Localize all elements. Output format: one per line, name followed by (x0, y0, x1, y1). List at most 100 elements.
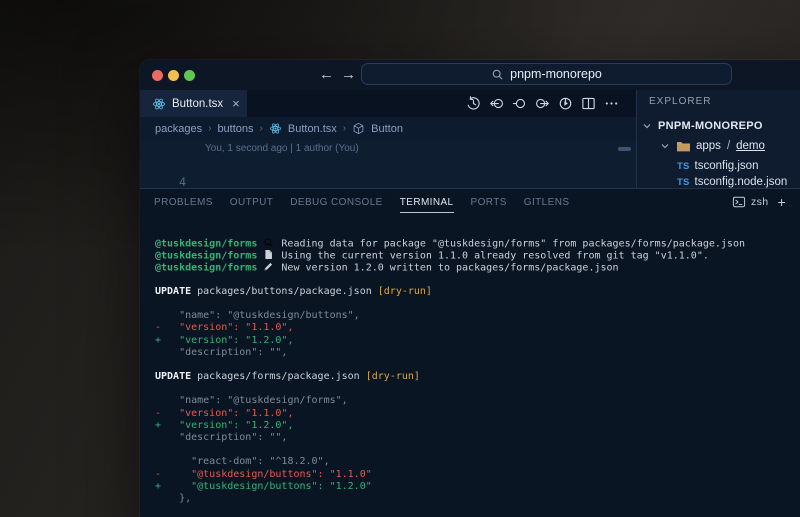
terminal-line: - "@tuskdesign/buttons": "1.1.0" (155, 469, 800, 481)
breadcrumb-item-buttons[interactable]: buttons (217, 123, 253, 135)
code-editor[interactable]: You, 1 second ago | 1 author (You) 4 imp… (140, 140, 636, 188)
terminal-text: [dry-run] (366, 371, 420, 382)
terminal-line (155, 274, 800, 286)
terminal-text: "react-dom": "^18.2.0", (155, 456, 330, 467)
terminal-line: + "@tuskdesign/buttons": "1.2.0" (155, 481, 800, 493)
terminal-text: @tuskdesign/forms (155, 263, 257, 274)
explorer-root-folder[interactable]: PNPM-MONOREPO (641, 118, 763, 134)
react-icon (269, 122, 282, 135)
explorer-root-label: PNPM-MONOREPO (658, 120, 763, 132)
close-window-button[interactable] (152, 70, 163, 81)
terminal-line: "name": "@tuskdesign/buttons", (155, 310, 800, 322)
terminal-text: [dry-run] (378, 286, 432, 297)
terminal-line: "description": "", (155, 347, 800, 359)
terminal-line: "name": "@tuskdesign/forms", (155, 395, 800, 407)
panel-tab-terminal[interactable]: TERMINAL (400, 197, 454, 213)
maximize-window-button[interactable] (184, 70, 195, 81)
navigate-back-button[interactable]: ← (319, 60, 334, 90)
chevron-down-icon (659, 140, 671, 152)
terminal-text: Reading data for package "@tuskdesign/fo… (275, 239, 745, 250)
terminal-line: + "version": "1.2.0", (155, 335, 800, 347)
code-line-next: 5 (140, 174, 636, 188)
desktop-background: ← → pnpm-monorepo Button.tsx × (0, 0, 800, 517)
terminal-line: UPDATE packages/forms/package.json [dry-… (155, 371, 800, 383)
panel-tab-bar: PROBLEMS OUTPUT DEBUG CONSOLE TERMINAL P… (140, 189, 800, 215)
terminal-text: packages/forms/package.json (191, 371, 366, 382)
terminal-line (155, 444, 800, 456)
breadcrumb-item-symbol[interactable]: Button (371, 123, 403, 135)
file-label: tsconfig.json (695, 160, 759, 172)
terminal-content[interactable]: @tuskdesign/forms Reading data for packa… (155, 237, 800, 517)
open-changes-icon[interactable] (512, 96, 527, 111)
terminal-line: @tuskdesign/forms Using the current vers… (155, 249, 800, 261)
previous-change-icon[interactable] (489, 96, 504, 111)
terminal-line (155, 359, 800, 371)
folder-icon (676, 140, 691, 153)
breadcrumb: packages › buttons › Button.tsx › Button (140, 117, 636, 140)
breadcrumb-separator: › (260, 123, 263, 134)
terminal-text: + "version": "1.2.0", (155, 420, 293, 431)
editor-actions (466, 90, 619, 117)
terminal-line: @tuskdesign/forms Reading data for packa… (155, 237, 800, 249)
split-editor-icon[interactable] (581, 96, 596, 111)
terminal-text: Using the current version 1.1.0 already … (275, 251, 708, 262)
panel-tab-debug-console[interactable]: DEBUG CONSOLE (290, 197, 382, 208)
history-icon[interactable] (466, 96, 481, 111)
window-controls (152, 60, 195, 90)
terminal-text: @tuskdesign/forms (155, 239, 257, 250)
terminal-line (155, 383, 800, 395)
shell-label[interactable]: zsh (751, 196, 769, 208)
command-center-search[interactable]: pnpm-monorepo (361, 63, 732, 85)
code-line: 4 import { useState } from 'react'; (140, 154, 636, 173)
typescript-icon: TS (677, 177, 690, 188)
minimize-window-button[interactable] (168, 70, 179, 81)
run-icon[interactable] (558, 96, 573, 111)
panel-tab-ports[interactable]: PORTS (471, 197, 507, 208)
terminal-line: @tuskdesign/forms New version 1.2.0 writ… (155, 261, 800, 273)
breadcrumb-item-file[interactable]: Button.tsx (288, 123, 337, 135)
bottom-panel: PROBLEMS OUTPUT DEBUG CONSOLE TERMINAL P… (140, 188, 800, 517)
file-label: tsconfig.node.json (695, 176, 788, 188)
typescript-icon: TS (677, 161, 690, 172)
vscode-window: ← → pnpm-monorepo Button.tsx × (140, 60, 800, 517)
terminal-text: + "@tuskdesign/buttons": "1.2.0" (155, 481, 372, 492)
pencil-icon (263, 261, 275, 272)
panel-tab-gitlens[interactable]: GITLENS (524, 197, 570, 208)
explorer-file-tsconfig[interactable]: TS tsconfig.json (677, 158, 758, 174)
panel-tab-output[interactable]: OUTPUT (230, 197, 274, 208)
terminal-line: UPDATE packages/buttons/package.json [dr… (155, 286, 800, 298)
terminal-controls: zsh + (732, 189, 786, 215)
folder-name-demo[interactable]: demo (736, 140, 765, 152)
breadcrumb-item-packages[interactable]: packages (155, 123, 202, 135)
terminal-line: "description": "", (155, 432, 800, 444)
terminal-icon (732, 195, 746, 209)
search-icon (491, 68, 504, 81)
terminal-text: @tuskdesign/forms (155, 251, 257, 262)
next-change-icon[interactable] (535, 96, 550, 111)
close-tab-button[interactable]: × (232, 96, 240, 111)
terminal-line: "react-dom": "^18.2.0", (155, 456, 800, 468)
terminal-text: - "@tuskdesign/buttons": "1.1.0" (155, 469, 372, 480)
symbol-class-icon (352, 122, 365, 135)
folder-path-separator: / (727, 140, 730, 152)
explorer-folder-apps-demo[interactable]: apps / demo (659, 138, 765, 154)
terminal-text: packages/buttons/package.json (191, 286, 378, 297)
more-actions-icon[interactable] (604, 96, 619, 111)
terminal-text: + "version": "1.2.0", (155, 335, 293, 346)
terminal-text: UPDATE (155, 371, 191, 382)
titlebar: ← → pnpm-monorepo (140, 60, 800, 90)
terminal-text: UPDATE (155, 286, 191, 297)
navigate-forward-button[interactable]: → (341, 60, 356, 90)
panel-tab-problems[interactable]: PROBLEMS (154, 197, 213, 208)
new-terminal-button[interactable]: + (778, 194, 787, 210)
editor-scrollbar-thumb[interactable] (618, 147, 631, 151)
search-icon (263, 237, 275, 248)
explorer-file-tsconfig-node[interactable]: TS tsconfig.node.json (677, 174, 787, 188)
terminal-text: - "version": "1.1.0", (155, 322, 293, 333)
tab-button-tsx[interactable]: Button.tsx × (140, 90, 247, 117)
terminal-line: - "version": "1.1.0", (155, 322, 800, 334)
breadcrumb-separator: › (343, 123, 346, 134)
terminal-text: "description": "", (155, 347, 287, 358)
git-blame-annotation[interactable]: You, 1 second ago | 1 author (You) (205, 143, 359, 154)
folder-path-prefix: apps (696, 140, 721, 152)
